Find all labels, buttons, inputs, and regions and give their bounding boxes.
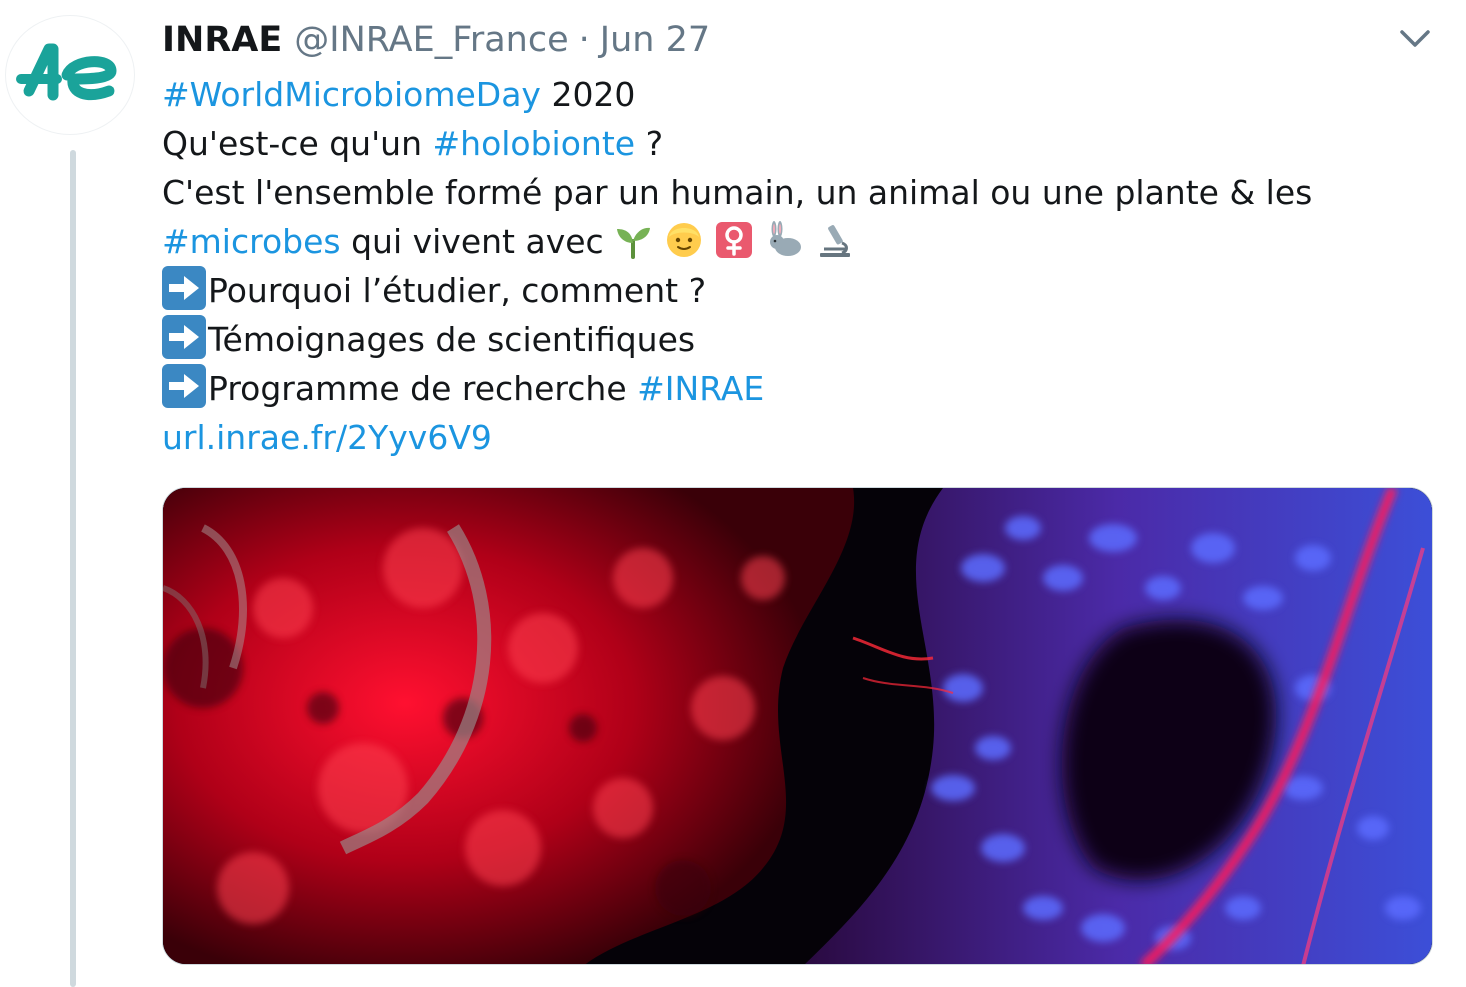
tweet-line-4: #microbes qui vivent avec xyxy=(162,217,1432,266)
thread-line xyxy=(70,150,76,987)
account-handle[interactable]: @INRAE_France xyxy=(294,18,568,62)
text-question: Qu'est-ce qu'un xyxy=(162,124,433,163)
bullet-text-2: Témoignages de scientifiques xyxy=(208,320,696,359)
text-definition: C'est l'ensemble formé par un humain, un… xyxy=(162,173,1313,212)
microscope-icon xyxy=(820,225,851,257)
tweet-media-image[interactable] xyxy=(162,487,1433,965)
tweet-link[interactable]: url.inrae.fr/2Yyv6V9 xyxy=(162,418,492,457)
tweet-line-3: C'est l'ensemble formé par un humain, un… xyxy=(162,168,1432,217)
right-arrow-icon xyxy=(162,266,206,310)
hashtag-microbes[interactable]: #microbes xyxy=(162,222,341,261)
right-arrow-icon xyxy=(162,364,206,408)
tweet-line-2: Qu'est-ce qu'un #holobionte ? xyxy=(162,119,1432,168)
tweet-header: INRAE @INRAE_France · Jun 27 xyxy=(162,18,710,62)
rabbit-icon xyxy=(769,221,801,256)
hashtag-holobionte[interactable]: #holobionte xyxy=(433,124,636,163)
bullet-text-1: Pourquoi l’étudier, comment ? xyxy=(208,271,707,310)
account-name[interactable]: INRAE xyxy=(162,18,282,62)
right-arrow-icon xyxy=(162,315,206,359)
seedling-icon xyxy=(617,227,651,259)
bullet-line-1: Pourquoi l’étudier, comment ? xyxy=(162,266,1432,315)
tweet-line-1: #WorldMicrobiomeDay 2020 xyxy=(162,70,1432,119)
person-icon xyxy=(666,223,701,257)
microscopy-image xyxy=(163,488,1432,964)
chevron-down-icon xyxy=(1400,30,1430,47)
avatar[interactable] xyxy=(5,15,135,135)
tweet-url-line: url.inrae.fr/2Yyv6V9 xyxy=(162,413,1432,462)
text-live-with: qui vivent avec xyxy=(340,222,604,261)
bullet-line-3: Programme de recherche #INRAE xyxy=(162,364,1432,413)
text-year: 2020 xyxy=(540,75,636,114)
hashtag-worldmicrobiomeday[interactable]: #WorldMicrobiomeDay xyxy=(162,75,541,114)
inrae-logo-icon xyxy=(16,43,117,101)
more-options-button[interactable] xyxy=(1392,24,1438,54)
separator-dot: · xyxy=(578,20,590,60)
bullet-line-2: Témoignages de scientifiques xyxy=(162,315,1432,364)
hashtag-inrae[interactable]: #INRAE xyxy=(637,369,764,408)
bullet-text-3: Programme de recherche xyxy=(208,369,638,408)
tweet-date[interactable]: Jun 27 xyxy=(600,18,710,62)
female-sign-icon xyxy=(716,222,753,258)
tweet-text: #WorldMicrobiomeDay 2020 Qu'est-ce qu'un… xyxy=(162,70,1432,462)
text-question-mark: ? xyxy=(635,124,664,163)
